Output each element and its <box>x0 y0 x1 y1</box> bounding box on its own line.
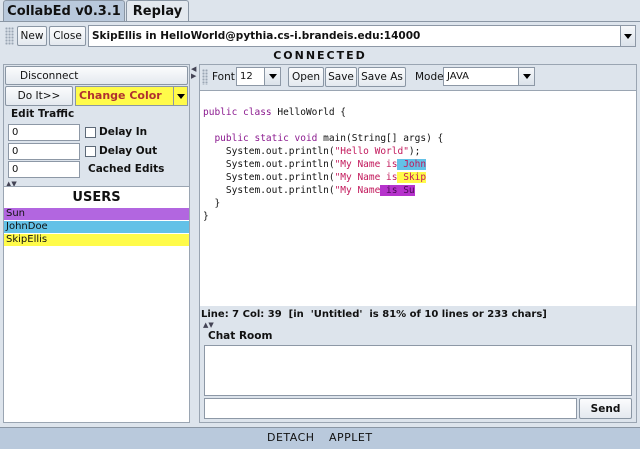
code-text: System.out.println( <box>225 146 335 157</box>
font-dropdown-arrow[interactable] <box>264 68 280 85</box>
chevron-down-icon <box>624 33 632 39</box>
delay-in-label: Delay In <box>99 126 148 138</box>
code-text: System.out.println( <box>225 159 335 170</box>
cached-edits-label: Cached Edits <box>88 163 165 175</box>
delay-in-checkbox[interactable] <box>85 127 96 138</box>
font-label: Font <box>212 71 235 83</box>
session-label: SkipEllis in HelloWorld@pythia.cs-i.bran… <box>92 30 421 42</box>
string-literal: "My Name <box>334 185 381 196</box>
string-literal: "My Name is <box>334 159 398 170</box>
open-button[interactable]: Open <box>288 67 324 87</box>
chevron-down-icon <box>268 74 277 79</box>
code-content[interactable]: public class HelloWorld { public static … <box>203 106 443 223</box>
connection-status: CONNECTED <box>273 49 367 62</box>
session-dropdown-arrow[interactable] <box>620 26 635 46</box>
mode-dropdown-arrow[interactable] <box>518 68 534 85</box>
user-item-johndoe[interactable]: JohnDoe <box>4 221 189 233</box>
split-arrows-main[interactable]: ◀ ▶ <box>191 66 196 80</box>
highlight-skip: Skip <box>397 172 427 183</box>
chat-log <box>204 345 632 396</box>
chat-input[interactable] <box>204 398 577 419</box>
send-button[interactable]: Send <box>579 398 632 419</box>
chat-room-title: Chat Room <box>208 330 273 342</box>
user-item-sun[interactable]: Sun <box>4 208 189 220</box>
edit-traffic-title: Edit Traffic <box>11 108 75 120</box>
detach-button[interactable]: DETACH <box>267 431 315 444</box>
string-literal: "Hello World" <box>334 146 409 157</box>
save-as-button[interactable]: Save As <box>358 67 406 87</box>
new-button[interactable]: New <box>17 26 47 46</box>
toolbar-grip <box>5 27 14 45</box>
disconnect-button[interactable]: Disconnect <box>5 66 188 85</box>
chevron-down-icon <box>522 74 531 79</box>
tab-collabed[interactable]: CollabEd v0.3.1 <box>3 0 125 21</box>
editor-toolbar-grip <box>202 69 208 85</box>
mode-value: JAVA <box>447 71 470 82</box>
save-button[interactable]: Save <box>325 67 357 87</box>
delay-out-checkbox[interactable] <box>85 146 96 157</box>
tab-baseline <box>0 21 640 22</box>
delay-out-label: Delay Out <box>99 145 158 157</box>
tab-replay[interactable]: Replay <box>126 0 189 21</box>
delay-in-field[interactable]: 0 <box>8 124 80 141</box>
delay-out-field[interactable]: 0 <box>8 143 80 160</box>
code-text: } <box>214 198 221 209</box>
keyword: public class <box>203 107 272 118</box>
do-it-button[interactable]: Do It>> <box>5 86 73 106</box>
editor-status: Line: 7 Col: 39 [in 'Untitled' is 81% of… <box>201 309 547 320</box>
applet-label: APPLET <box>329 431 373 444</box>
split-arrows-editor[interactable]: ▲▼ <box>203 321 214 329</box>
action-dropdown-arrow[interactable] <box>173 87 187 105</box>
code-text: main(String[] args) { <box>317 133 444 144</box>
users-title: USERS <box>72 190 121 205</box>
keyword: public static void <box>214 133 318 144</box>
font-size-value: 12 <box>240 71 253 82</box>
code-text: System.out.println( <box>225 185 335 196</box>
code-text: HelloWorld { <box>271 107 346 118</box>
string-literal: "My Name is <box>334 172 398 183</box>
session-select[interactable]: SkipEllis in HelloWorld@pythia.cs-i.bran… <box>88 25 636 47</box>
cached-edits-field[interactable]: 0 <box>8 161 80 178</box>
highlight-john: John <box>397 159 427 170</box>
action-select-value: Change Color <box>79 89 162 102</box>
action-select[interactable]: Change Color <box>75 86 188 106</box>
code-text: } <box>203 211 209 222</box>
code-text: System.out.println( <box>225 172 335 183</box>
highlight-sun: is Su <box>380 185 415 196</box>
close-button[interactable]: Close <box>49 26 86 46</box>
mode-label: Mode <box>415 71 444 83</box>
code-text: ); <box>408 146 421 157</box>
chevron-down-icon <box>176 93 185 99</box>
user-item-skipellis[interactable]: SkipEllis <box>4 234 189 246</box>
footer-bar <box>0 427 640 449</box>
